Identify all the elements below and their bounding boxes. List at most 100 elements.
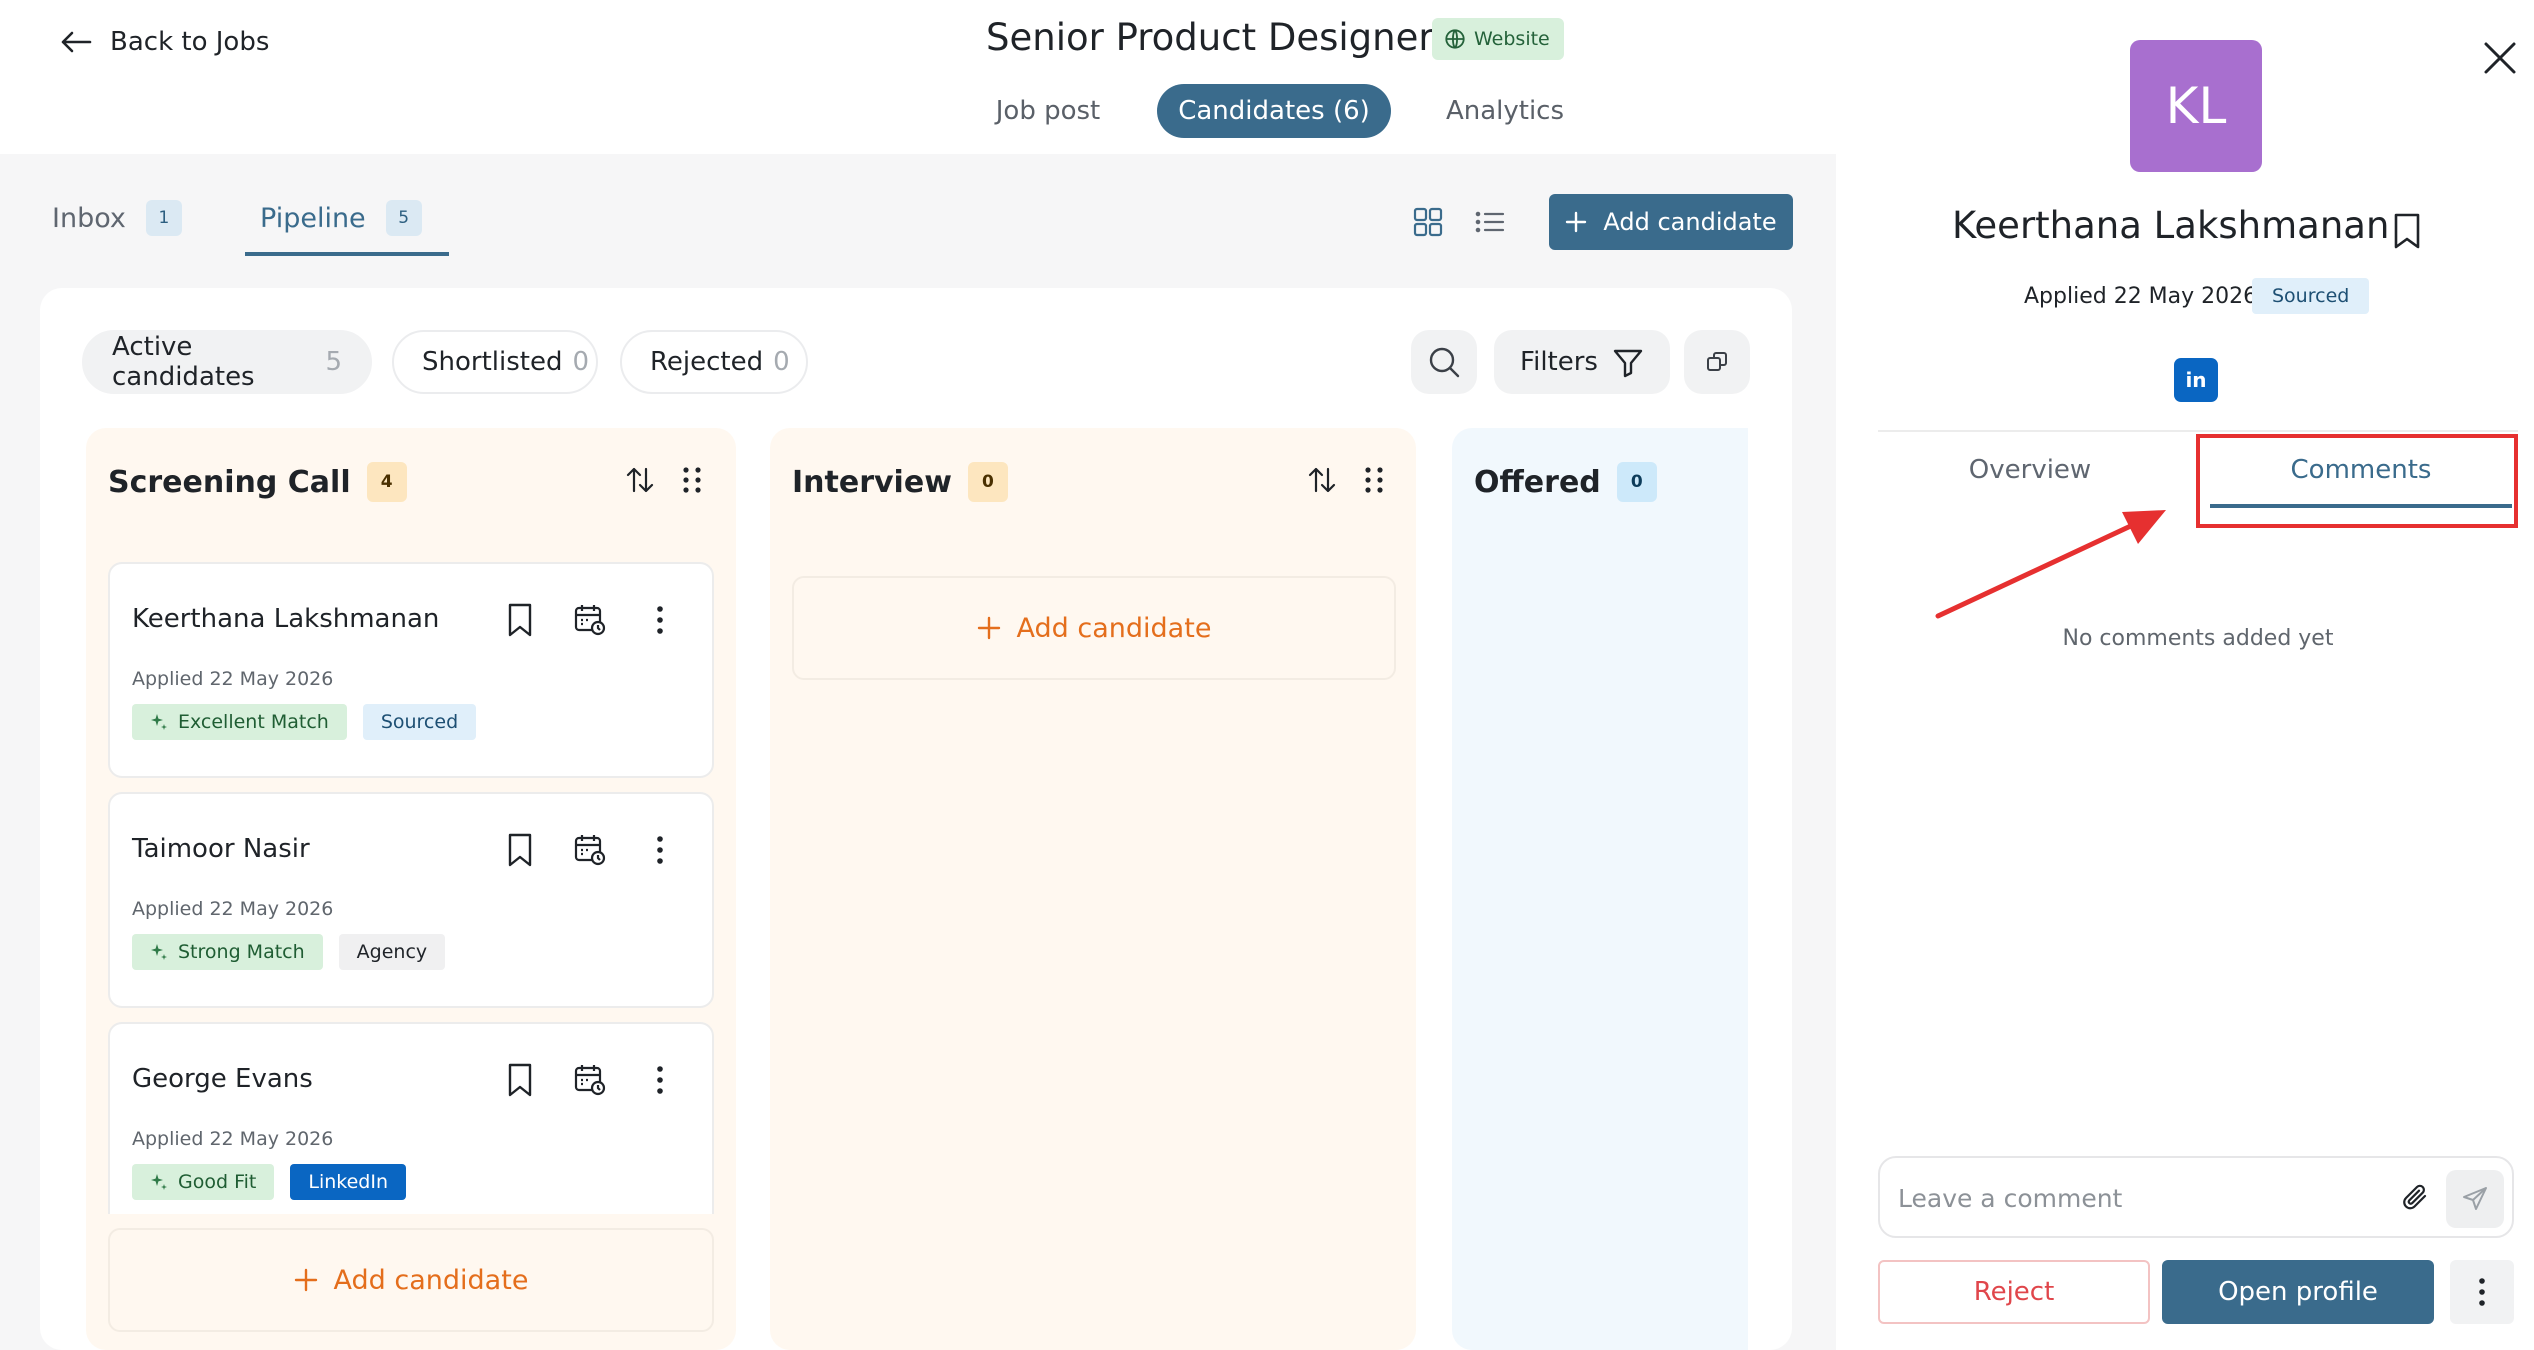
column-title: Screening Call [108, 464, 351, 500]
plus-icon [977, 616, 1001, 640]
column-interview [770, 428, 1416, 1350]
send-icon [2461, 1185, 2489, 1213]
chip-count: 5 [325, 347, 342, 377]
subtab-inbox-label: Inbox [52, 202, 126, 234]
back-to-jobs-link[interactable]: Back to Jobs [60, 22, 269, 62]
source-tag: Agency [338, 934, 446, 970]
bookmark-icon[interactable] [500, 600, 540, 640]
bookmark-icon[interactable] [2390, 212, 2430, 252]
candidate-card[interactable]: George Evans Applied 22 May 2026 Good Fi… [108, 1022, 714, 1214]
add-candidate-button[interactable]: Add candidate [1549, 194, 1793, 250]
chip-label: Rejected [650, 347, 764, 377]
inbox-count-badge: 1 [145, 200, 182, 236]
comment-input[interactable] [1898, 1176, 2368, 1220]
column-count-badge: 0 [1616, 462, 1657, 502]
subtab-inbox[interactable]: Inbox 1 [52, 200, 182, 236]
column-title: Offered [1474, 464, 1601, 500]
chip-label: Shortlisted [422, 347, 563, 377]
match-tag: Excellent Match [132, 704, 347, 740]
match-tag-label: Excellent Match [178, 711, 329, 733]
match-tag-label: Good Fit [178, 1171, 257, 1193]
candidate-name: Keerthana Lakshmanan [132, 604, 440, 634]
drag-handle-icon[interactable] [1362, 464, 1386, 496]
open-profile-button[interactable]: Open profile [2162, 1260, 2434, 1324]
more-options-icon[interactable] [640, 600, 680, 640]
bookmark-icon[interactable] [500, 830, 540, 870]
source-badge: Website [1432, 18, 1564, 60]
tab-analytics[interactable]: Analytics [1420, 84, 1590, 138]
arrow-left-icon [60, 30, 92, 54]
tab-candidates[interactable]: Candidates (6) [1157, 84, 1391, 138]
collapse-button[interactable] [1684, 330, 1750, 394]
calendar-schedule-icon[interactable] [570, 830, 610, 870]
match-tag: Strong Match [132, 934, 323, 970]
bookmark-icon[interactable] [500, 1060, 540, 1100]
candidate-applied-date: Applied 22 May 2026 [2024, 284, 2258, 309]
more-options-icon[interactable] [640, 830, 680, 870]
sort-icon[interactable] [1306, 464, 1338, 496]
job-title: Senior Product Designer [986, 16, 1434, 59]
tab-overview[interactable]: Overview [1880, 440, 2180, 500]
add-candidate-label: Add candidate [333, 1264, 529, 1296]
chip-count: 0 [572, 347, 590, 377]
drag-handle-icon[interactable] [680, 464, 704, 496]
applied-date: Applied 22 May 2026 [132, 1128, 334, 1150]
column-header: Interview 0 [792, 462, 1008, 502]
pipeline-count-badge: 5 [385, 200, 422, 236]
empty-comments-message: No comments added yet [2062, 626, 2334, 651]
column-header: Screening Call 4 [108, 462, 407, 502]
reject-button[interactable]: Reject [1878, 1260, 2150, 1324]
candidate-name: George Evans [132, 1064, 313, 1094]
funnel-icon [1612, 346, 1644, 378]
more-options-icon [2478, 1277, 2486, 1307]
sparkle-icon [150, 713, 168, 731]
add-candidate-interview-button[interactable]: Add candidate [792, 576, 1396, 680]
card-clip: George Evans Applied 22 May 2026 Good Fi… [108, 1022, 714, 1214]
column-header: Offered 0 [1474, 462, 1657, 502]
chip-rejected[interactable]: Rejected 0 [620, 330, 808, 394]
detail-tabs-divider [1878, 430, 2518, 432]
more-actions-button[interactable] [2450, 1260, 2514, 1324]
filters-button[interactable]: Filters [1494, 330, 1670, 394]
sort-icon[interactable] [624, 464, 656, 496]
globe-icon [1444, 28, 1466, 50]
more-options-icon[interactable] [640, 1060, 680, 1100]
applied-date: Applied 22 May 2026 [132, 898, 334, 920]
subtab-pipeline-label: Pipeline [260, 202, 366, 234]
search-icon [1426, 344, 1462, 380]
chip-active-candidates[interactable]: Active candidates 5 [82, 330, 372, 394]
avatar: KL [2130, 40, 2262, 172]
candidate-card[interactable]: Taimoor Nasir Applied 22 May 2026 Strong… [108, 792, 714, 1008]
column-title: Interview [792, 464, 952, 500]
paperclip-icon[interactable] [2398, 1180, 2434, 1216]
linkedin-icon[interactable]: in [2174, 358, 2218, 402]
grid-view-icon[interactable] [1412, 206, 1444, 238]
chip-shortlisted[interactable]: Shortlisted 0 [392, 330, 598, 394]
close-icon[interactable] [2480, 38, 2520, 78]
send-button[interactable] [2446, 1170, 2504, 1228]
chip-count: 0 [773, 347, 790, 377]
column-offered [1452, 428, 1748, 1350]
add-candidate-screening-button[interactable]: Add candidate [108, 1228, 714, 1332]
candidate-card[interactable]: Keerthana Lakshmanan Applied 22 May 2026… [108, 562, 714, 778]
windows-icon [1706, 351, 1728, 373]
calendar-schedule-icon[interactable] [570, 600, 610, 640]
plus-icon [294, 1268, 318, 1292]
column-count-badge: 4 [366, 462, 407, 502]
comment-composer [1878, 1156, 2514, 1238]
calendar-schedule-icon[interactable] [570, 1060, 610, 1100]
tab-job-post[interactable]: Job post [968, 84, 1128, 138]
applied-date: Applied 22 May 2026 [132, 668, 334, 690]
source-tag: Sourced [2252, 278, 2370, 314]
source-tag: Sourced [362, 704, 477, 740]
sparkle-icon [150, 943, 168, 961]
list-view-icon[interactable] [1474, 206, 1506, 238]
subtab-pipeline[interactable]: Pipeline 5 [260, 200, 422, 236]
match-tag: Good Fit [132, 1164, 275, 1200]
annotation-highlight-box [2196, 434, 2518, 528]
search-button[interactable] [1411, 330, 1477, 394]
active-subtab-indicator [245, 252, 449, 256]
column-count-badge: 0 [967, 462, 1008, 502]
sparkle-icon [150, 1173, 168, 1191]
source-tag: LinkedIn [290, 1164, 406, 1200]
